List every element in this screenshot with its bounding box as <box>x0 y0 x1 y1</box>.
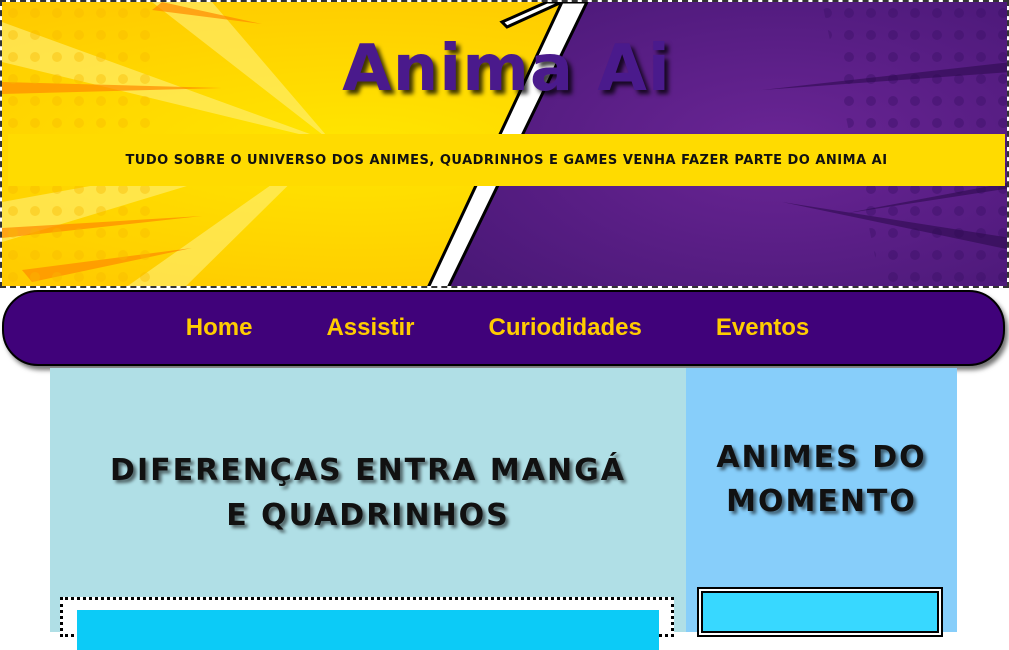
site-title: Anima Ai <box>342 32 671 106</box>
header-banner: Anima Ai TUDO SOBRE O UNIVERSO DOS ANIME… <box>0 0 1009 288</box>
article-card <box>60 597 674 650</box>
anime-card-body <box>701 591 939 633</box>
nav-link-curiodidades[interactable]: Curiodidades <box>489 314 642 342</box>
sidebar-heading: ANIMES DO MOMENTO <box>716 440 927 519</box>
article-card-body <box>77 610 659 650</box>
anime-card <box>697 587 943 637</box>
tagline: TUDO SOBRE O UNIVERSO DOS ANIMES, QUADRI… <box>125 152 888 168</box>
nav-link-home[interactable]: Home <box>186 314 253 342</box>
nav-link-assistir[interactable]: Assistir <box>326 314 414 342</box>
sidebar: ANIMES DO MOMENTO <box>686 368 957 637</box>
nav-link-eventos[interactable]: Eventos <box>716 314 809 342</box>
main-content: DIFERENÇAS ENTRA MANGÁ E QUADRINHOS <box>50 368 686 650</box>
main-nav: Home Assistir Curiodidades Eventos <box>2 290 1005 366</box>
tagline-band: TUDO SOBRE O UNIVERSO DOS ANIMES, QUADRI… <box>8 134 1005 186</box>
main-heading: DIFERENÇAS ENTRA MANGÁ E QUADRINHOS <box>110 453 626 533</box>
